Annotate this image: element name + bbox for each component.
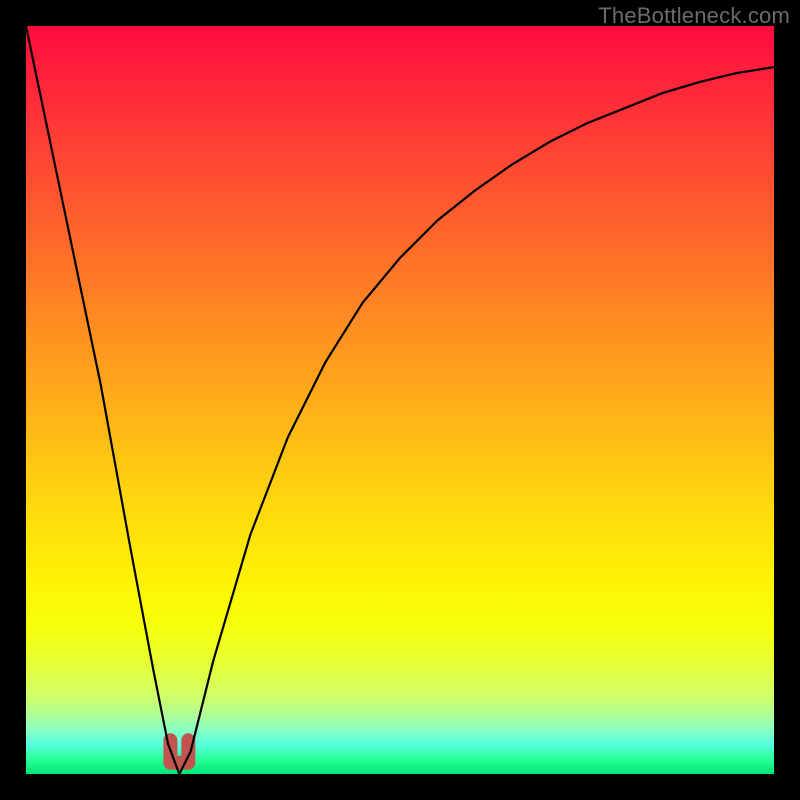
curve-svg <box>26 26 774 774</box>
chart-frame: TheBottleneck.com <box>0 0 800 800</box>
curve-left <box>26 26 179 774</box>
curve-right <box>179 67 774 774</box>
plot-area <box>26 26 774 774</box>
